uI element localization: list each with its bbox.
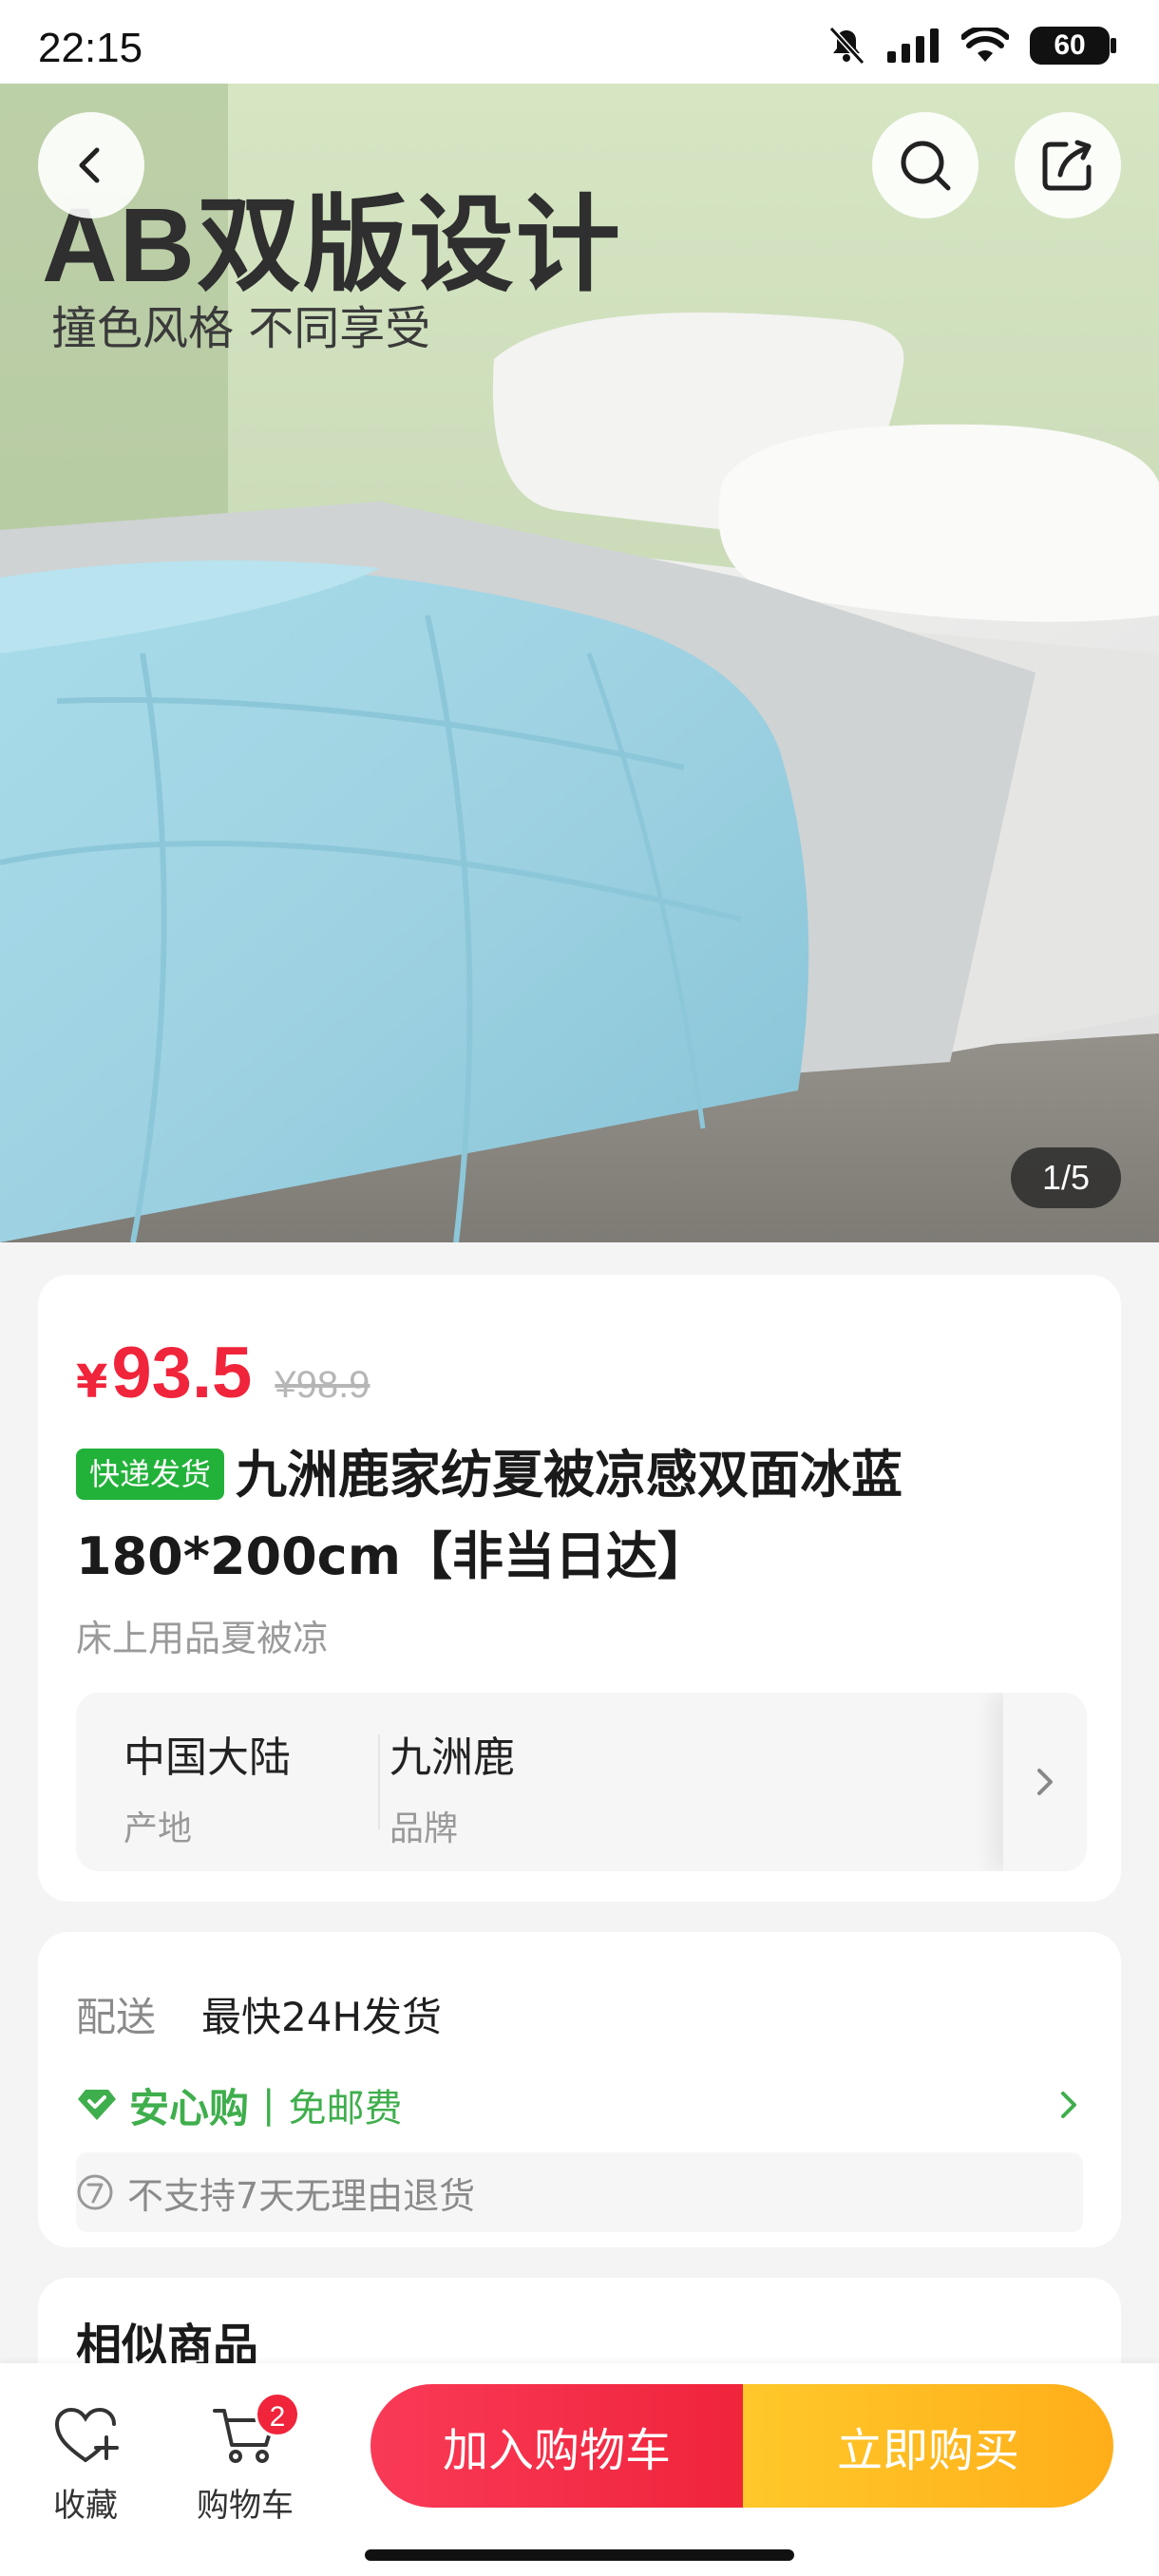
assurance-separator: | — [262, 2083, 276, 2127]
shipping-value: 最快24H发货 — [201, 1994, 443, 2040]
currency-symbol: ¥ — [76, 1355, 108, 1409]
cart-button[interactable]: 2 购物车 — [179, 2392, 312, 2526]
cart-count-badge: 2 — [255, 2392, 300, 2437]
product-category: 床上用品夏被凉 — [76, 1618, 330, 1659]
add-to-cart-button[interactable]: 加入购物车 — [370, 2384, 743, 2508]
product-info-card: ¥ 93.5 ¥98.9 快递发货 九洲鹿家纺夏被凉感双面冰蓝180*200cm【… — [38, 1275, 1121, 1902]
share-icon — [1042, 140, 1092, 191]
diamond-check-icon — [78, 2090, 116, 2120]
home-indicator[interactable] — [365, 2549, 794, 2561]
battery-level: 60 — [1054, 29, 1086, 61]
chevron-right-icon — [1061, 2092, 1076, 2118]
image-counter: 1/5 — [1011, 1147, 1121, 1208]
status-time: 22:15 — [38, 25, 143, 71]
battery-icon: 60 — [1030, 27, 1116, 65]
shipping-label: 配送 — [76, 1994, 157, 2040]
buy-now-button[interactable]: 立即购买 — [743, 2384, 1113, 2508]
shipping-card: 配送 最快24H发货 安心购 | 免邮费 不支持7天无理由退货 — [38, 1932, 1121, 2247]
current-price: 93.5 — [111, 1333, 253, 1413]
no-return-icon — [77, 2174, 113, 2210]
return-policy-text: 不支持7天无理由退货 — [127, 2174, 476, 2217]
attribute-brand: 九洲鹿 品牌 — [390, 1723, 515, 1850]
price-row: ¥ 93.5 ¥98.9 — [76, 1332, 370, 1414]
search-button[interactable] — [872, 112, 978, 218]
cart-label: 购物车 — [197, 2487, 294, 2525]
share-button[interactable] — [1015, 112, 1121, 218]
chevron-left-icon — [79, 147, 100, 183]
wifi-icon — [961, 28, 1009, 62]
free-shipping-label: 免邮费 — [288, 2087, 403, 2131]
attribute-key: 产地 — [124, 1809, 193, 1848]
attribute-value: 中国大陆 — [124, 1733, 291, 1782]
attributes-more-button[interactable] — [1003, 1693, 1087, 1871]
original-price: ¥98.9 — [275, 1364, 370, 1406]
back-button[interactable] — [38, 112, 144, 218]
product-image-carousel[interactable]: AB双版设计 撞色风格 不同享受 1/5 — [0, 84, 1159, 1242]
bottom-action-bar: 收藏 2 购物车 加入购物车 立即购买 — [0, 2363, 1159, 2576]
attribute-origin: 中国大陆 产地 — [124, 1723, 291, 1850]
signal-icon — [887, 28, 939, 63]
assurance-brand: 安心购 — [129, 2084, 250, 2131]
attribute-key: 品牌 — [390, 1809, 459, 1848]
mute-bell-icon — [828, 27, 865, 65]
chevron-right-icon — [1037, 1769, 1053, 1795]
favorite-label: 收藏 — [53, 2487, 118, 2525]
return-policy: 不支持7天无理由退货 — [76, 2152, 1083, 2232]
divider — [378, 1734, 380, 1829]
express-badge: 快递发货 — [76, 1449, 225, 1500]
favorite-button[interactable]: 收藏 — [19, 2405, 152, 2526]
attribute-value: 九洲鹿 — [390, 1733, 515, 1782]
attributes-panel[interactable]: 中国大陆 产地 九洲鹿 品牌 — [76, 1693, 1087, 1871]
assurance-row[interactable]: 安心购 | 免邮费 — [76, 2076, 1083, 2133]
product-title: 快递发货 九洲鹿家纺夏被凉感双面冰蓝180*200cm【非当日达】 — [76, 1434, 1083, 1598]
hero-subtitle: 撞色风格 不同享受 — [51, 302, 431, 355]
status-bar: 22:15 60 — [0, 0, 1159, 84]
status-icons: 60 — [826, 27, 1116, 65]
purchase-button-group: 加入购物车 立即购买 — [370, 2384, 1113, 2508]
search-icon — [901, 141, 951, 191]
heart-plus-icon — [54, 2407, 119, 2462]
